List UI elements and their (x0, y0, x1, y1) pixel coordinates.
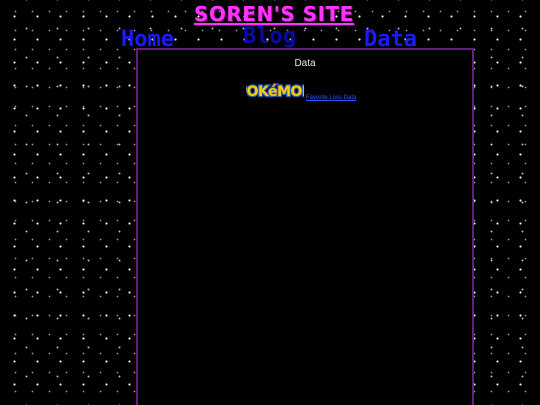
content-panel: Data POKéMON Favorite Loss Data (136, 48, 474, 405)
main-nav: Home Blog Data (0, 0, 540, 51)
pokemon-data-link[interactable]: POKéMON Favorite Loss Data (246, 79, 356, 101)
pokemon-logo: POKéMON (246, 83, 304, 101)
nav-link-blog[interactable]: Blog (243, 26, 296, 48)
page-heading: Data (294, 58, 316, 69)
svg-text:POKéMON: POKéMON (246, 84, 304, 100)
pokemon-link-caption[interactable]: Favorite Loss Data (306, 95, 356, 101)
